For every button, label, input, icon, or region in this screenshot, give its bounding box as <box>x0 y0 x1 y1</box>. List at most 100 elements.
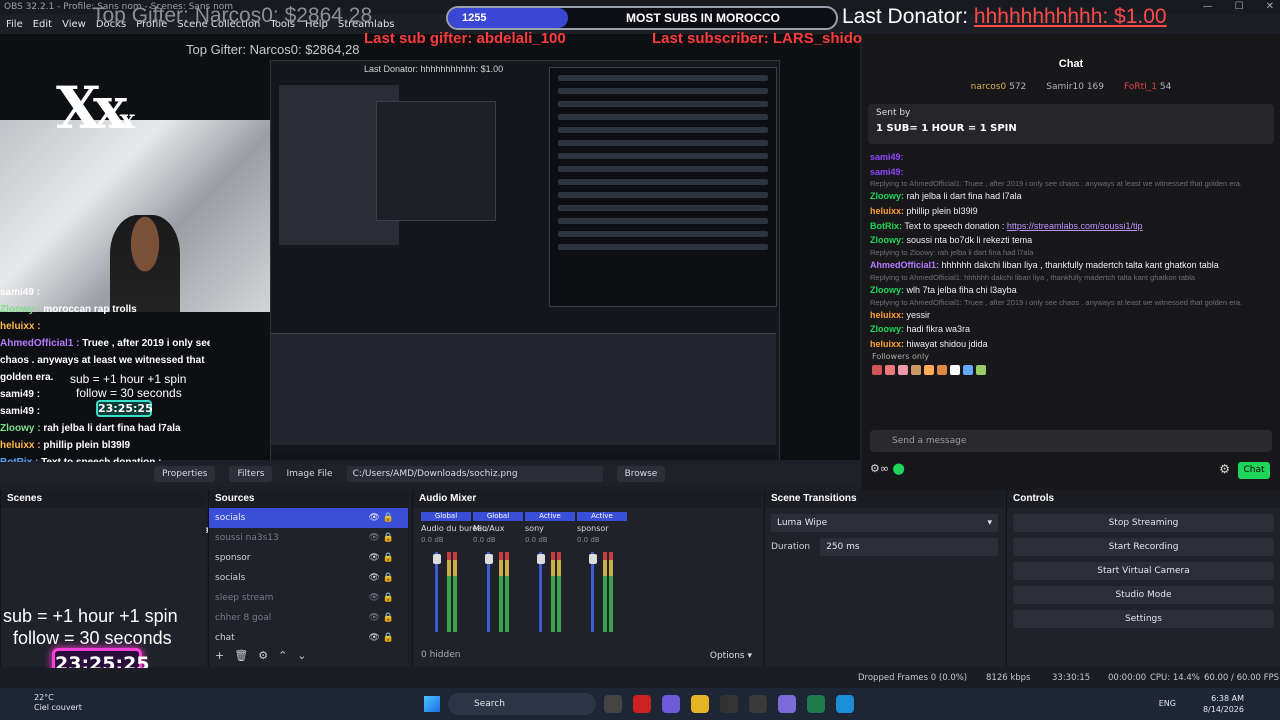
move-up-icon[interactable]: ⌃ <box>278 649 287 662</box>
terminal-icon[interactable] <box>807 695 825 713</box>
taskbar-search[interactable]: Search <box>448 693 596 715</box>
sources-list[interactable]: socials 👁 🔒 soussi na3s13 👁 🔒 sponsor 👁 🔒 soci… <box>209 508 408 648</box>
start-icon[interactable] <box>424 696 440 712</box>
chat-reply-context[interactable]: Replying to AhmedOfficial1: Truee , afte… <box>870 298 1272 308</box>
start-virtual-camera-button[interactable]: Start Virtual Camera <box>1013 562 1274 580</box>
stop-streaming-button[interactable]: Stop Streaming <box>1013 514 1274 532</box>
chat-extra-icons[interactable]: ⚙∞ ⬤ <box>870 462 905 475</box>
chat-reply-context[interactable]: Replying to AhmedOfficial1: Truee , afte… <box>870 179 1272 189</box>
visibility-lock-icons[interactable]: 👁 🔒 <box>369 548 395 568</box>
discord-icon[interactable] <box>662 695 680 713</box>
source-item[interactable]: sponsor 👁 🔒 <box>209 548 408 568</box>
source-item[interactable]: chat 👁 🔒 <box>209 628 408 648</box>
chat-message[interactable]: Zloowy: soussi nta bo7dk li rekezti tema <box>870 233 1272 248</box>
channel-name[interactable]: Mic/Aux <box>473 524 523 533</box>
visibility-lock-icons[interactable]: 👁 🔒 <box>369 508 395 528</box>
channel-name[interactable]: sony <box>525 524 575 533</box>
chat-message[interactable]: Zloowy: rah jelba li dart fina had l7ala <box>870 189 1272 204</box>
chat-reply-context[interactable]: Replying to Zloowy: rah jelba li dart fi… <box>870 248 1272 258</box>
language-indicator[interactable]: ENG <box>1159 699 1176 708</box>
chat-messages[interactable]: sami49: sami49: Replying to AhmedOfficia… <box>862 150 1280 352</box>
source-item[interactable]: socials 👁 🔒 <box>209 568 408 588</box>
chat-message[interactable]: sami49: <box>870 165 1272 180</box>
image-path-field[interactable]: C:/Users/AMD/Downloads/sochiz.png <box>346 466 603 482</box>
visibility-lock-icons[interactable]: 👁 🔒 <box>369 528 395 548</box>
properties-button[interactable]: Properties <box>154 466 216 482</box>
browse-button[interactable]: Browse <box>616 466 666 482</box>
emote-bar[interactable] <box>862 361 1280 379</box>
chat-message[interactable]: heluixx: hiwayat shidou jdida <box>870 337 1272 352</box>
chat-send-button[interactable]: Chat <box>1238 462 1270 479</box>
explorer-icon[interactable] <box>691 695 709 713</box>
edge-icon[interactable] <box>836 695 854 713</box>
add-source-icon[interactable]: + <box>215 649 224 662</box>
visibility-lock-icons[interactable]: 👁 🔒 <box>369 608 395 628</box>
volume-fader[interactable] <box>539 552 542 632</box>
menu-view[interactable]: View <box>62 19 86 30</box>
chat-username[interactable]: heluixx: <box>870 339 904 349</box>
fader-knob[interactable] <box>485 554 493 564</box>
visibility-lock-icons[interactable]: 👁 🔒 <box>369 568 395 588</box>
close-button[interactable]: ✕ <box>1266 0 1274 14</box>
remove-source-icon[interactable]: 🗑 <box>234 649 248 662</box>
pinned-message[interactable]: Sent by 1 SUB= 1 HOUR = 1 SPIN <box>868 104 1274 144</box>
app-icon[interactable] <box>778 695 796 713</box>
menu-file[interactable]: File <box>6 19 23 30</box>
source-item[interactable]: soussi na3s13 👁 🔒 <box>209 528 408 548</box>
weather-widget[interactable]: 22°C Ciel couvert <box>34 693 82 713</box>
fader-knob[interactable] <box>433 554 441 564</box>
chat-username[interactable]: Zloowy: <box>870 324 904 334</box>
task-view-icon[interactable] <box>604 695 622 713</box>
start-recording-button[interactable]: Start Recording <box>1013 538 1274 556</box>
opera-icon[interactable] <box>633 695 651 713</box>
menu-edit[interactable]: Edit <box>33 19 52 30</box>
volume-fader[interactable] <box>591 552 594 632</box>
chat-username[interactable]: Zloowy: <box>870 285 904 295</box>
volume-fader[interactable] <box>487 552 490 632</box>
fader-knob[interactable] <box>537 554 545 564</box>
chat-send-input[interactable]: Send a message <box>870 430 1272 452</box>
visibility-lock-icons[interactable]: 👁 🔒 <box>369 588 395 608</box>
chat-username[interactable]: BotRix: <box>870 221 902 231</box>
chat-text: phillip plein bl39l9 <box>906 206 978 217</box>
chat-username[interactable]: AhmedOfficial1: <box>870 260 939 270</box>
obs-icon[interactable] <box>720 695 738 713</box>
chat-message[interactable]: Zloowy: hadi fikra wa3ra <box>870 322 1272 337</box>
source-item[interactable]: chher 8 goal 👁 🔒 <box>209 608 408 628</box>
maximize-button[interactable]: ☐ <box>1235 0 1244 14</box>
chat-username[interactable]: Zloowy: <box>870 191 904 201</box>
chat-message[interactable]: heluixx: phillip plein bl39l9 <box>870 204 1272 219</box>
fader-knob[interactable] <box>589 554 597 564</box>
chat-reply-context[interactable]: Replying to AhmedOfficial1: hhhhhh dakch… <box>870 273 1272 283</box>
channel-name[interactable]: Audio du bureau <box>421 524 487 533</box>
minimize-button[interactable]: — <box>1203 0 1213 14</box>
source-item[interactable]: socials 👁 🔒 <box>209 508 408 528</box>
visibility-lock-icons[interactable]: 👁 🔒 <box>369 628 395 648</box>
chat-username[interactable]: heluixx: <box>870 206 904 216</box>
chat-message[interactable]: sami49: <box>870 150 1272 165</box>
chat-message[interactable]: heluixx: yessir <box>870 308 1272 323</box>
settings-button[interactable]: Settings <box>1013 610 1274 628</box>
chat-message[interactable]: BotRix: Text to speech donation : https:… <box>870 219 1272 234</box>
chat-message[interactable]: Zloowy: wlh 7ta jelba fiha chi l3ayba <box>870 283 1272 298</box>
transition-select[interactable]: Luma Wipe ▾ <box>771 514 998 532</box>
chat-username[interactable]: sami49: <box>870 167 904 177</box>
duration-field[interactable]: 250 ms <box>820 538 998 556</box>
obs-active-icon[interactable] <box>749 695 767 713</box>
chat-message[interactable]: AhmedOfficial1: hhhhhh dakchi liban liya… <box>870 258 1272 273</box>
clock[interactable]: 6:38 AM 8/14/2026 <box>1203 693 1244 715</box>
studio-mode-button[interactable]: Studio Mode <box>1013 586 1274 604</box>
volume-fader[interactable] <box>435 552 438 632</box>
move-down-icon[interactable]: ⌄ <box>297 649 306 662</box>
channel-name[interactable]: sponsor <box>577 524 627 533</box>
source-settings-icon[interactable]: ⚙ <box>258 649 268 662</box>
chat-settings-icon[interactable]: ⚙ <box>1219 462 1230 476</box>
chat-username[interactable]: heluixx: <box>870 310 904 320</box>
chat-link[interactable]: https://streamlabs.com/soussi1/tip <box>1007 221 1143 231</box>
source-item[interactable]: sleep stream 👁 🔒 <box>209 588 408 608</box>
mixer-options-button[interactable]: Options ▾ <box>710 651 752 661</box>
chat-username[interactable]: sami49: <box>870 152 904 162</box>
filters-button[interactable]: Filters <box>229 466 273 482</box>
properties-bar: Properties Filters Image File C:/Users/A… <box>0 462 860 486</box>
chat-username[interactable]: Zloowy: <box>870 235 904 245</box>
